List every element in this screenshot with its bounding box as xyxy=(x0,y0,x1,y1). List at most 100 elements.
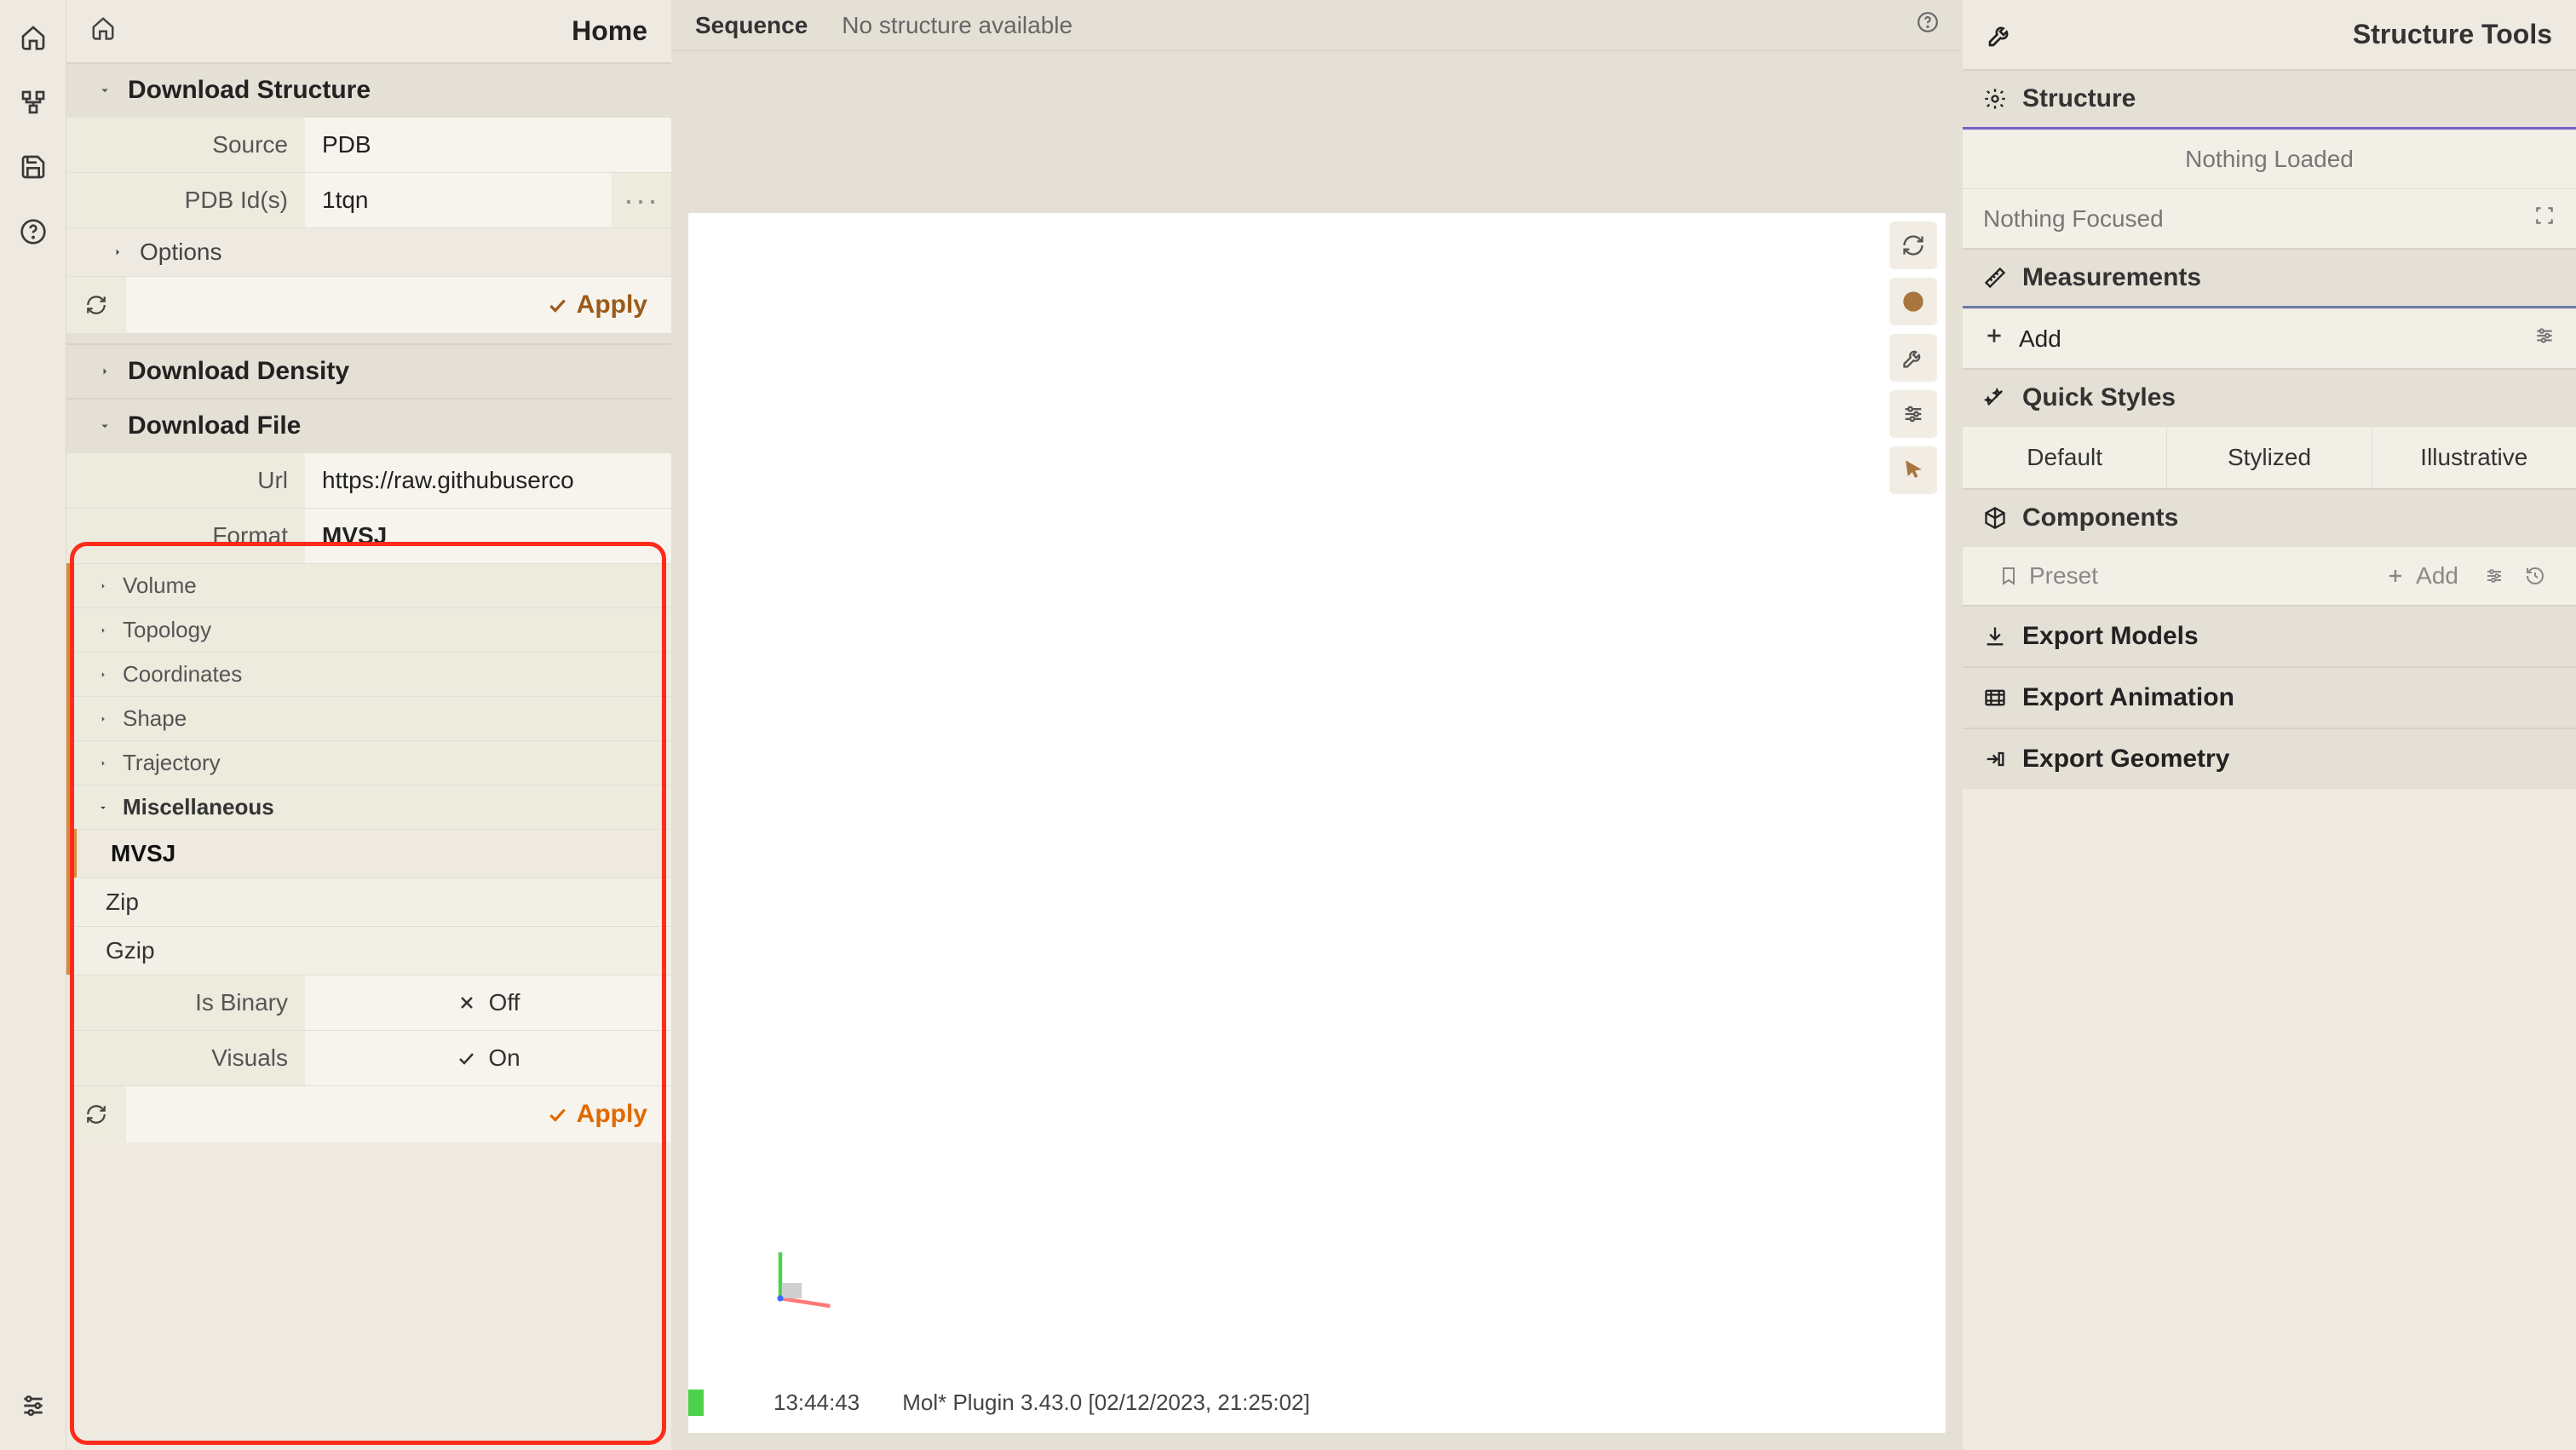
section-structure[interactable]: Structure xyxy=(1963,69,2576,129)
component-history-button[interactable] xyxy=(2515,566,2556,586)
export-geometry-icon xyxy=(1983,747,2007,771)
format-option-gzip[interactable]: Gzip xyxy=(72,926,671,975)
toggle-is-binary[interactable]: Off xyxy=(305,975,671,1030)
value-source[interactable]: PDB xyxy=(305,118,671,172)
preset-button[interactable]: Preset xyxy=(1983,562,2370,590)
download-icon xyxy=(1983,624,2007,648)
cursor-icon[interactable] xyxy=(1889,446,1937,494)
format-groups: Volume Topology Coordinates Shape Trajec… xyxy=(66,563,671,975)
components-actions: Preset Add xyxy=(1963,546,2576,605)
measurements-add[interactable]: Add xyxy=(1963,308,2576,368)
history-icon xyxy=(2525,566,2545,586)
settings-sliders-icon[interactable] xyxy=(13,1385,54,1426)
wrench-icon[interactable] xyxy=(1889,334,1937,382)
focus-icon[interactable] xyxy=(2533,204,2556,233)
right-panel: Structure Tools Structure Nothing Loaded… xyxy=(1963,0,2576,1450)
label-source: Source xyxy=(66,118,305,172)
nothing-focused: Nothing Focused xyxy=(1963,188,2576,248)
sequence-label: Sequence xyxy=(695,12,808,39)
section-title: Download Structure xyxy=(128,76,371,105)
export-animation[interactable]: Export Animation xyxy=(1963,666,2576,728)
label-format: Format xyxy=(66,509,305,563)
refresh-button[interactable] xyxy=(66,277,126,333)
viewport-toolbar xyxy=(1889,222,1937,494)
export-models[interactable]: Export Models xyxy=(1963,605,2576,666)
section-measurements[interactable]: Measurements xyxy=(1963,248,2576,308)
group-topology[interactable]: Topology xyxy=(72,607,671,652)
toggle-visuals[interactable]: On xyxy=(305,1031,671,1085)
value-format[interactable]: MVSJ xyxy=(305,509,671,563)
controls-icon[interactable] xyxy=(1889,390,1937,438)
left-panel-header: Home xyxy=(66,0,671,62)
format-option-mvsj[interactable]: MVSJ xyxy=(77,829,671,877)
status-line: 13:44:43 Mol* Plugin 3.43.0 [02/12/2023,… xyxy=(688,1390,1946,1416)
add-component-button[interactable]: Add xyxy=(2370,562,2474,590)
group-shape[interactable]: Shape xyxy=(72,696,671,740)
label-visuals: Visuals xyxy=(66,1031,305,1085)
label-pdbid: PDB Id(s) xyxy=(66,173,305,227)
tab-illustrative[interactable]: Illustrative xyxy=(2372,427,2576,488)
export-geometry[interactable]: Export Geometry xyxy=(1963,728,2576,789)
axes-gizmo xyxy=(765,1237,842,1314)
apply-row-structure: Apply xyxy=(66,276,671,333)
sliders-icon[interactable] xyxy=(2533,325,2556,353)
help-icon[interactable] xyxy=(1917,11,1939,39)
chevron-down-icon xyxy=(97,83,118,98)
plus-icon xyxy=(2385,566,2406,586)
group-coordinates[interactable]: Coordinates xyxy=(72,652,671,696)
tab-default[interactable]: Default xyxy=(1963,427,2167,488)
save-icon[interactable] xyxy=(13,147,54,187)
ruler-icon xyxy=(1983,266,2007,290)
reset-camera-icon[interactable] xyxy=(1889,222,1937,269)
quick-styles-tabs: Default Stylized Illustrative xyxy=(1963,426,2576,488)
section-components[interactable]: Components xyxy=(1963,488,2576,546)
label-is-binary: Is Binary xyxy=(66,975,305,1030)
tree-icon[interactable] xyxy=(13,82,54,123)
section-download-structure[interactable]: Download Structure xyxy=(66,62,671,117)
input-url[interactable]: https://raw.githubuserco xyxy=(305,453,671,508)
tab-stylized[interactable]: Stylized xyxy=(2167,427,2372,488)
3d-viewport[interactable] xyxy=(688,213,1946,1433)
help-icon[interactable] xyxy=(13,211,54,252)
group-volume[interactable]: Volume xyxy=(72,563,671,607)
apply-button-file[interactable]: Apply xyxy=(126,1086,671,1142)
chevron-right-icon xyxy=(97,364,118,379)
row-pdbid: PDB Id(s) 1tqn ··· xyxy=(66,172,671,227)
gear-icon xyxy=(1983,87,2007,111)
nothing-loaded: Nothing Loaded xyxy=(1963,129,2576,188)
more-options-icon[interactable]: ··· xyxy=(612,173,671,227)
section-title: Download Density xyxy=(128,357,349,386)
status-indicator xyxy=(688,1390,704,1416)
home-label[interactable]: Home xyxy=(572,15,647,47)
cube-icon xyxy=(1983,506,2007,530)
input-pdbid[interactable]: 1tqn xyxy=(305,173,612,227)
home-icon[interactable] xyxy=(90,15,116,47)
sequence-message: No structure available xyxy=(842,12,1072,39)
component-settings-button[interactable] xyxy=(2474,566,2515,586)
sequence-bar: Sequence No structure available xyxy=(671,0,1963,51)
options-toggle[interactable]: Options xyxy=(66,227,671,276)
label-url: Url xyxy=(66,453,305,508)
apply-button-structure[interactable]: Apply xyxy=(126,277,671,333)
row-format: Format MVSJ xyxy=(66,508,671,563)
wrench-icon xyxy=(1987,21,2014,49)
group-trajectory[interactable]: Trajectory xyxy=(72,740,671,785)
film-icon xyxy=(1983,686,2007,710)
center-area: Sequence No structure available xyxy=(671,0,1963,1450)
options-label: Options xyxy=(140,239,222,266)
chevron-right-icon xyxy=(111,245,131,259)
group-miscellaneous[interactable]: Miscellaneous xyxy=(72,785,671,829)
row-visuals: Visuals On xyxy=(66,1030,671,1085)
row-source: Source PDB xyxy=(66,117,671,172)
left-panel: Home Download Structure Source PDB PDB I… xyxy=(66,0,671,1450)
status-time: 13:44:43 xyxy=(773,1390,860,1416)
section-quick-styles[interactable]: Quick Styles xyxy=(1963,368,2576,426)
screenshot-icon[interactable] xyxy=(1889,278,1937,325)
refresh-button[interactable] xyxy=(66,1086,126,1142)
home-icon[interactable] xyxy=(13,17,54,58)
chevron-right-icon xyxy=(97,757,116,769)
section-download-density[interactable]: Download Density xyxy=(66,343,671,398)
section-download-file[interactable]: Download File xyxy=(66,398,671,452)
right-panel-header: Structure Tools xyxy=(1963,0,2576,69)
format-option-zip[interactable]: Zip xyxy=(72,877,671,926)
